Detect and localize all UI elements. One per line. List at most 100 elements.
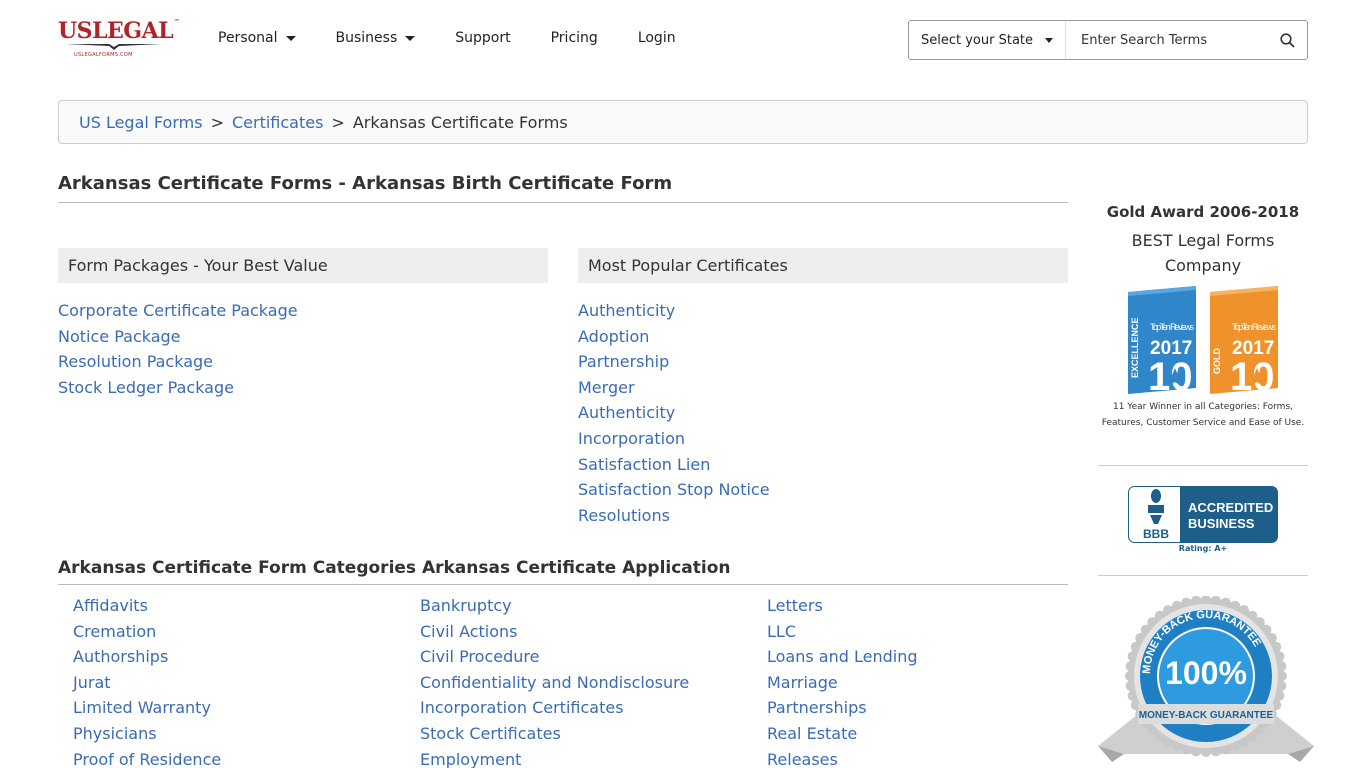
category-link[interactable]: Real Estate — [767, 724, 857, 743]
breadcrumb-separator: > — [331, 112, 345, 132]
categories-column-1: Affidavits Cremation Authorships Jurat L… — [73, 593, 221, 768]
popular-link[interactable]: Incorporation — [578, 429, 685, 448]
nav-support[interactable]: Support — [455, 30, 510, 46]
category-link[interactable]: Cremation — [73, 622, 156, 641]
list-item: Notice Package — [58, 324, 298, 350]
list-item: Civil Procedure — [420, 644, 689, 670]
list-item: Letters — [767, 593, 918, 619]
category-link[interactable]: Incorporation Certificates — [420, 698, 624, 717]
state-select[interactable]: Select your State — [909, 21, 1066, 59]
list-item: Adoption — [578, 324, 770, 350]
list-item: Cremation — [73, 619, 221, 645]
svg-text:TopTen Reviews: TopTen Reviews — [1232, 322, 1277, 332]
sidebar-divider — [1098, 575, 1308, 576]
svg-text:MONEY-BACK GUARANTEE: MONEY-BACK GUARANTEE — [1139, 710, 1274, 721]
svg-text:BBB: BBB — [1143, 527, 1169, 541]
seal-serration-point — [1125, 661, 1136, 672]
award-note: 11 Year Winner in all Categories: Forms,… — [1101, 402, 1305, 428]
seal-serration-point — [1125, 680, 1136, 691]
category-link[interactable]: Releases — [767, 750, 838, 768]
svg-text:100%: 100% — [1165, 655, 1247, 691]
svg-text:10: 10 — [1148, 355, 1193, 394]
list-item: Civil Actions — [420, 619, 689, 645]
popular-link[interactable]: Satisfaction Stop Notice — [578, 480, 770, 499]
list-item: Proof of Residence — [73, 747, 221, 768]
seal-serration-point — [1125, 671, 1135, 681]
main-nav: Personal Business Support Pricing Login — [218, 30, 716, 46]
popular-link[interactable]: Merger — [578, 378, 635, 397]
seal-serration-point — [1210, 596, 1221, 606]
category-link[interactable]: Bankruptcy — [420, 596, 512, 615]
svg-text:ACCREDITED: ACCREDITED — [1188, 500, 1273, 515]
list-item: Releases — [767, 747, 918, 768]
category-link[interactable]: Civil Actions — [420, 622, 518, 641]
category-link[interactable]: Affidavits — [73, 596, 148, 615]
category-link[interactable]: Loans and Lending — [767, 647, 918, 666]
popular-link[interactable]: Adoption — [578, 327, 649, 346]
packages-heading: Form Packages - Your Best Value — [58, 248, 548, 283]
category-link[interactable]: Jurat — [73, 673, 111, 692]
category-link[interactable]: Authorships — [73, 647, 168, 666]
category-link[interactable]: LLC — [767, 622, 796, 641]
category-link[interactable]: Proof of Residence — [73, 750, 221, 768]
list-item: LLC — [767, 619, 918, 645]
categories-column-3: Letters LLC Loans and Lending Marriage P… — [767, 593, 918, 768]
popular-list: Authenticity Adoption Partnership Merger… — [578, 298, 770, 528]
search-button[interactable] — [1267, 21, 1307, 59]
list-item: Marriage — [767, 670, 918, 696]
popular-heading: Most Popular Certificates — [578, 248, 1068, 283]
category-link[interactable]: Letters — [767, 596, 823, 615]
package-link[interactable]: Notice Package — [58, 327, 181, 346]
breadcrumb-link-home[interactable]: US Legal Forms — [79, 113, 203, 132]
uslegal-logo[interactable]: USLEGAL™ USLEGALFORMS.COM — [58, 18, 180, 62]
category-link[interactable]: Civil Procedure — [420, 647, 539, 666]
popular-link[interactable]: Resolutions — [578, 506, 670, 525]
list-item: Corporate Certificate Package — [58, 298, 298, 324]
nav-pricing[interactable]: Pricing — [551, 30, 598, 46]
list-item: Incorporation — [578, 426, 770, 452]
list-item: Affidavits — [73, 593, 221, 619]
list-item: Physicians — [73, 721, 221, 747]
bbb-accredited-badge[interactable]: BBB ACCREDITED BUSINESS — [1128, 486, 1278, 543]
category-link[interactable]: Limited Warranty — [73, 698, 211, 717]
popular-link[interactable]: Partnership — [578, 352, 669, 371]
popular-link[interactable]: Satisfaction Lien — [578, 455, 710, 474]
svg-text:TopTen Reviews: TopTen Reviews — [1150, 322, 1195, 332]
site-header: USLEGAL™ USLEGALFORMS.COM Personal Busin… — [0, 0, 1366, 80]
package-link[interactable]: Stock Ledger Package — [58, 378, 234, 397]
list-item: Real Estate — [767, 721, 918, 747]
list-item: Loans and Lending — [767, 644, 918, 670]
nav-business[interactable]: Business — [336, 30, 416, 46]
nav-personal[interactable]: Personal — [218, 30, 296, 46]
list-item: Incorporation Certificates — [420, 695, 689, 721]
breadcrumb-current: Arkansas Certificate Forms — [352, 112, 568, 132]
category-link[interactable]: Marriage — [767, 673, 838, 692]
breadcrumb-link-certificates[interactable]: Certificates — [232, 113, 323, 132]
search-input[interactable] — [1066, 21, 1267, 59]
sidebar-divider — [1098, 465, 1308, 466]
package-link[interactable]: Resolution Package — [58, 352, 213, 371]
svg-text:10: 10 — [1230, 355, 1275, 394]
popular-link[interactable]: Authenticity — [578, 301, 675, 320]
list-item: Authenticity — [578, 298, 770, 324]
svg-text:BUSINESS: BUSINESS — [1188, 516, 1255, 531]
seal-serration-point — [1276, 661, 1287, 672]
breadcrumb-separator: > — [210, 112, 224, 132]
package-link[interactable]: Corporate Certificate Package — [58, 301, 298, 320]
nav-login[interactable]: Login — [638, 30, 676, 46]
popular-link[interactable]: Authenticity — [578, 403, 675, 422]
list-item: Bankruptcy — [420, 593, 689, 619]
chevron-down-icon — [405, 35, 416, 41]
topten-gold-badge: GOLD TopTen Reviews 2017 10 — [1210, 286, 1278, 394]
category-link[interactable]: Physicians — [73, 724, 157, 743]
chevron-down-icon — [1045, 37, 1054, 43]
bbb-rating: Rating: A+ — [1178, 544, 1228, 553]
category-link[interactable]: Partnerships — [767, 698, 867, 717]
list-item: Resolution Package — [58, 349, 298, 375]
category-link[interactable]: Employment — [420, 750, 521, 768]
seal-serration-point — [1277, 671, 1287, 681]
category-link[interactable]: Confidentiality and Nondisclosure — [420, 673, 689, 692]
seal-serration-point — [1276, 680, 1287, 691]
logo-subtitle: USLEGALFORMS.COM — [74, 52, 133, 58]
category-link[interactable]: Stock Certificates — [420, 724, 561, 743]
